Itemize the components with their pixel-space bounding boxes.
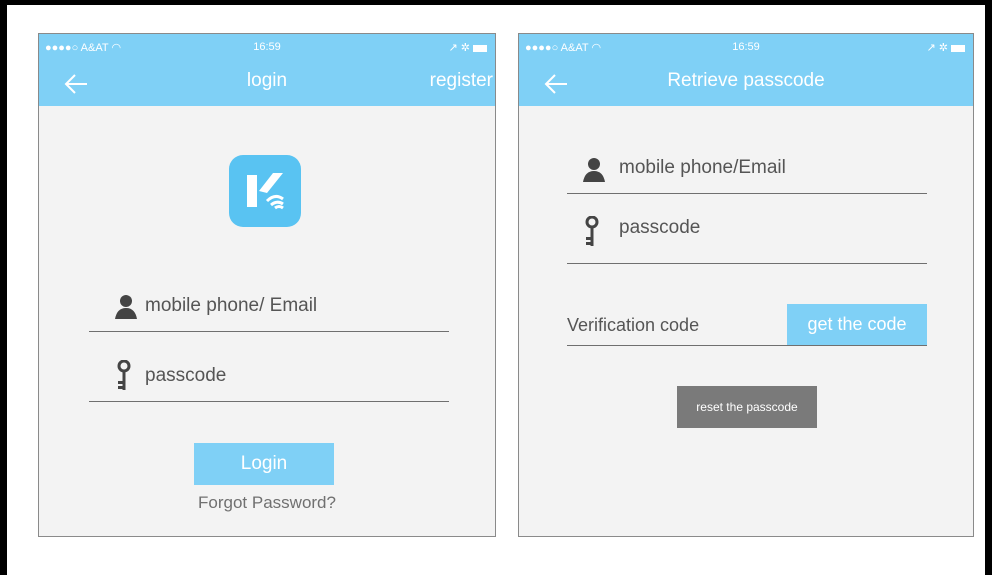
- login-screen: ●●●●○ A&AT ◠ 16:59 ↗ ✲ login register mo…: [38, 33, 496, 537]
- account-placeholder: mobile phone/ Email: [145, 295, 318, 316]
- verification-code-label: Verification code: [567, 315, 700, 335]
- account-field[interactable]: mobile phone/ Email: [89, 284, 449, 332]
- register-link[interactable]: register: [430, 70, 493, 92]
- bluetooth-icon: ✲: [460, 42, 470, 54]
- status-right-icons: ↗ ✲: [926, 41, 965, 54]
- app-logo-icon: [229, 155, 301, 227]
- user-icon: [115, 295, 137, 319]
- key-icon: [585, 216, 599, 246]
- passcode-field[interactable]: passcode: [89, 352, 449, 402]
- status-bar: ●●●●○ A&AT ◠ 16:59 ↗ ✲: [519, 41, 973, 57]
- forgot-password-link[interactable]: Forgot Password?: [39, 493, 495, 513]
- status-time: 16:59: [253, 41, 281, 53]
- location-icon: ↗: [926, 42, 936, 54]
- passcode-field[interactable]: passcode: [567, 208, 927, 264]
- passcode-placeholder: passcode: [619, 217, 701, 238]
- retrieve-passcode-screen: ●●●●○ A&AT ◠ 16:59 ↗ ✲ Retrieve passcode…: [518, 33, 974, 537]
- battery-icon: [473, 44, 487, 52]
- user-icon: [583, 158, 605, 182]
- battery-icon: [951, 44, 965, 52]
- page-title: Retrieve passcode: [667, 70, 825, 91]
- get-code-button[interactable]: get the code: [787, 304, 927, 345]
- status-bar: ●●●●○ A&AT ◠ 16:59 ↗ ✲: [39, 41, 495, 57]
- retrieve-header: ●●●●○ A&AT ◠ 16:59 ↗ ✲ Retrieve passcode: [519, 34, 973, 106]
- key-icon: [117, 360, 131, 390]
- login-header: ●●●●○ A&AT ◠ 16:59 ↗ ✲ login register: [39, 34, 495, 106]
- passcode-placeholder: passcode: [145, 365, 227, 386]
- verification-code-field[interactable]: Verification code get the code: [567, 304, 927, 346]
- reset-passcode-button[interactable]: reset the passcode: [677, 386, 817, 428]
- account-placeholder: mobile phone/Email: [619, 157, 786, 178]
- status-right-icons: ↗ ✲: [448, 41, 487, 54]
- status-time: 16:59: [732, 41, 760, 53]
- location-icon: ↗: [448, 42, 458, 54]
- page-title: login: [246, 70, 288, 91]
- bluetooth-icon: ✲: [938, 42, 948, 54]
- account-field[interactable]: mobile phone/Email: [567, 146, 927, 194]
- login-button[interactable]: Login: [194, 443, 334, 485]
